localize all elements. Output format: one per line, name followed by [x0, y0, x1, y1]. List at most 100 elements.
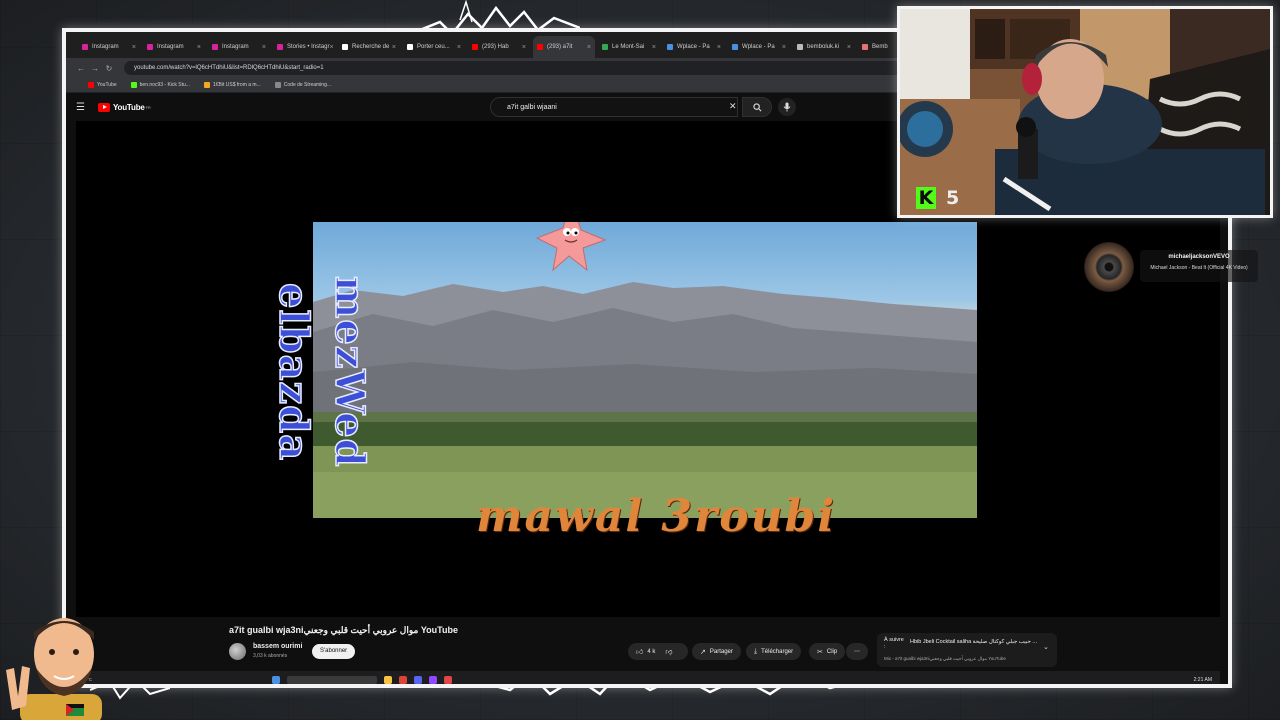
share-icon: ↗ — [700, 648, 706, 656]
browser-tab[interactable]: Porter ceu... × — [403, 36, 465, 58]
up-next-card[interactable]: À suivre : Hbib Jbeli Cocktail saliha حب… — [877, 633, 1057, 667]
bookmark-item[interactable]: YouTube — [88, 82, 117, 88]
bookmark-label: ben.noc93 - Kick Stu... — [139, 82, 190, 88]
close-tab-icon[interactable]: × — [717, 44, 721, 51]
bookmark-favicon-icon — [130, 82, 137, 88]
tab-favicon-icon — [212, 44, 218, 50]
youtube-play-icon — [98, 102, 110, 112]
menu-icon[interactable]: ☰ — [76, 102, 88, 113]
tab-label: Instagram — [157, 44, 184, 50]
close-tab-icon[interactable]: × — [587, 44, 591, 51]
scissors-icon: ✂ — [817, 648, 823, 656]
search-button[interactable] — [742, 97, 772, 117]
download-button[interactable]: ⤓ Télécharger — [746, 643, 802, 660]
browser-tab[interactable]: bemboluk.ki × — [793, 36, 855, 58]
up-next-playlist: Mix - a7it gualbi wja3niموال عروبي أحيت … — [884, 656, 1006, 661]
webcam-scene — [900, 9, 1270, 215]
close-tab-icon[interactable]: × — [782, 44, 786, 51]
bookmark-favicon-icon — [203, 82, 210, 88]
clear-search-icon[interactable]: ✕ — [729, 101, 737, 112]
now-playing-artist: michaeljacksonVEVO — [1168, 254, 1230, 260]
like-count[interactable]: 4 k — [647, 649, 655, 655]
tab-label: Bemb — [872, 44, 888, 50]
now-playing-track: Michael Jackson - Beat It (Official 4K V… — [1150, 265, 1248, 271]
channel-name[interactable]: bassem ourimi — [253, 643, 302, 650]
browser-tab[interactable]: Instagram × — [208, 36, 270, 58]
close-tab-icon[interactable]: × — [522, 44, 526, 51]
microphone-icon — [783, 102, 791, 112]
bookmark-item[interactable]: Code de Streaming... — [274, 82, 332, 88]
subscribe-button[interactable]: S'abonner — [312, 644, 356, 659]
start-icon[interactable] — [272, 675, 281, 684]
close-tab-icon[interactable]: × — [652, 44, 656, 51]
tab-favicon-icon — [277, 44, 283, 50]
download-icon: ⤓ — [754, 647, 758, 655]
up-next-title: Hbib Jbeli Cocktail saliha حبيب جبلي كوك… — [910, 639, 1038, 645]
overlay-caption: mawal 3roubi — [475, 491, 837, 542]
browser-tab[interactable]: Le Mont-Sai × — [598, 36, 660, 58]
close-tab-icon[interactable]: × — [262, 44, 266, 51]
vertical-caption: mezWed elbazda — [269, 275, 374, 468]
clip-button[interactable]: ✂ Clip — [809, 643, 846, 660]
browser-tab[interactable]: (293) Hab × — [468, 36, 530, 58]
discord-icon[interactable] — [414, 675, 423, 684]
video-frame — [313, 222, 977, 518]
browser-tab[interactable]: (293) a7it × — [533, 36, 595, 58]
tab-favicon-icon — [797, 44, 803, 50]
more-actions-button[interactable]: ⋯ — [846, 643, 868, 660]
tab-favicon-icon — [342, 44, 348, 50]
more-icon: ⋯ — [854, 649, 860, 655]
browser-tab[interactable]: Stories • Instagr × — [273, 36, 335, 58]
tab-favicon-icon — [147, 44, 153, 50]
thumbs-down-icon[interactable]: 👎︎ — [665, 647, 672, 656]
tab-label: Wplace - Pa — [742, 44, 775, 50]
thumbs-up-icon[interactable]: 👍︎ — [636, 647, 643, 656]
channel-avatar[interactable] — [229, 643, 246, 660]
clock: 2:21 AM — [1193, 676, 1212, 683]
tab-label: Recherche de — [352, 44, 390, 50]
tab-label: (293) Hab — [482, 44, 509, 50]
close-tab-icon[interactable]: × — [132, 44, 136, 51]
bookmark-item[interactable]: ben.noc93 - Kick Stu... — [130, 82, 190, 88]
browser-tab[interactable]: Wplace - Pa × — [663, 36, 725, 58]
browser-tab[interactable]: Wplace - Pa × — [728, 36, 790, 58]
tab-label: Wplace - Pa — [677, 44, 710, 50]
browser-tab[interactable]: Recherche de × — [338, 36, 400, 58]
tab-label: Porter ceu... — [417, 44, 450, 50]
up-next-label: À suivre : — [884, 637, 904, 650]
tab-favicon-icon — [82, 44, 88, 50]
tab-label: Stories • Instagr — [287, 44, 330, 50]
app-icon[interactable] — [444, 675, 453, 684]
obs-icon[interactable] — [429, 675, 438, 684]
webcam-overlay: K 5 — [897, 6, 1273, 218]
bookmark-item[interactable]: 1€Bit US$ from a m... — [203, 82, 261, 88]
bookmark-favicon-icon — [274, 82, 281, 88]
tab-favicon-icon — [472, 44, 478, 50]
chevron-down-icon[interactable]: ⌄ — [1043, 643, 1049, 651]
landscape-scene — [313, 282, 977, 518]
url-field[interactable]: youtube.com/watch?v=lQ6cHTdhiU&list=RDlQ… — [124, 61, 904, 75]
like-dislike-group: 👍︎ 4 k 👎︎ — [628, 643, 688, 660]
close-tab-icon[interactable]: × — [329, 44, 333, 51]
close-tab-icon[interactable]: × — [457, 44, 461, 51]
forward-icon[interactable]: → — [88, 64, 102, 73]
youtube-logo[interactable]: YouTube FR — [98, 102, 151, 112]
back-icon[interactable]: ← — [74, 64, 88, 73]
now-playing-widget: michaeljacksonVEVO Michael Jackson - Bea… — [1080, 240, 1260, 292]
browser-tab[interactable]: Instagram × — [143, 36, 205, 58]
close-tab-icon[interactable]: × — [197, 44, 201, 51]
search-input[interactable]: a7it galbi wjaani — [490, 97, 738, 117]
taskbar-search-box[interactable] — [287, 675, 378, 684]
share-button[interactable]: ↗ Partager — [692, 643, 741, 660]
voice-search-button[interactable] — [778, 98, 796, 116]
tab-label: Instagram — [222, 44, 249, 50]
reload-icon[interactable]: ↻ — [102, 64, 116, 73]
kick-logo: K — [916, 187, 936, 209]
close-tab-icon[interactable]: × — [392, 44, 396, 51]
browser-tab[interactable]: Instagram × — [78, 36, 140, 58]
bookmark-label: Code de Streaming... — [283, 82, 332, 88]
chrome-icon[interactable] — [399, 675, 408, 684]
close-tab-icon[interactable]: × — [847, 44, 851, 51]
tab-label: Instagram — [92, 44, 119, 50]
file-explorer-icon[interactable] — [384, 675, 393, 684]
